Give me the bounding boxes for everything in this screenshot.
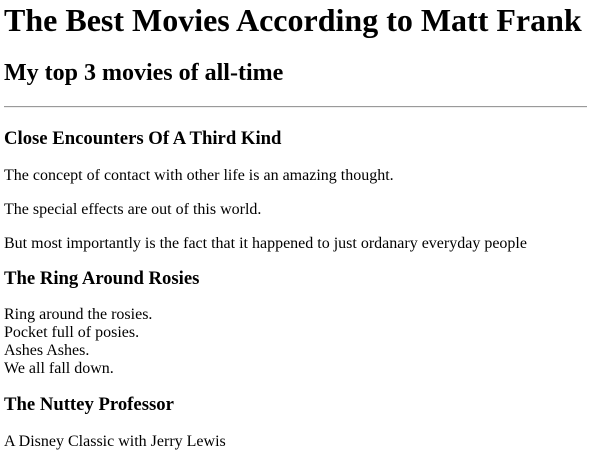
poem-line: We all fall down.: [4, 360, 114, 377]
movie-paragraph: But most importantly is the fact that it…: [4, 235, 527, 252]
poem-line: Ring around the rosies.: [4, 306, 153, 323]
movie-section-nuttey-professor: The Nuttey Professor A Disney Classic wi…: [4, 394, 587, 451]
movie-paragraph: The special effects are out of this worl…: [4, 201, 262, 218]
movie-title: The Nuttey Professor: [4, 394, 174, 415]
movie-paragraph: A Disney Classic with Jerry Lewis: [4, 433, 226, 450]
page-title: The Best Movies According to Matt Frank: [4, 2, 582, 38]
page-subtitle: My top 3 movies of all-time: [4, 60, 284, 86]
movie-section-ring-around-rosies: The Ring Around Rosies Ring around the r…: [4, 268, 587, 378]
movie-title: The Ring Around Rosies: [4, 268, 200, 289]
movie-poem: Ring around the rosies. Pocket full of p…: [4, 306, 587, 378]
movie-section-close-encounters: Close Encounters Of A Third Kind The con…: [4, 128, 587, 253]
movie-paragraph: The concept of contact with other life i…: [4, 167, 394, 184]
divider: [4, 106, 587, 108]
movie-title: Close Encounters Of A Third Kind: [4, 128, 282, 149]
page: The Best Movies According to Matt Frank …: [0, 0, 591, 451]
poem-line: Pocket full of posies.: [4, 324, 140, 341]
poem-line: Ashes Ashes.: [4, 342, 90, 359]
